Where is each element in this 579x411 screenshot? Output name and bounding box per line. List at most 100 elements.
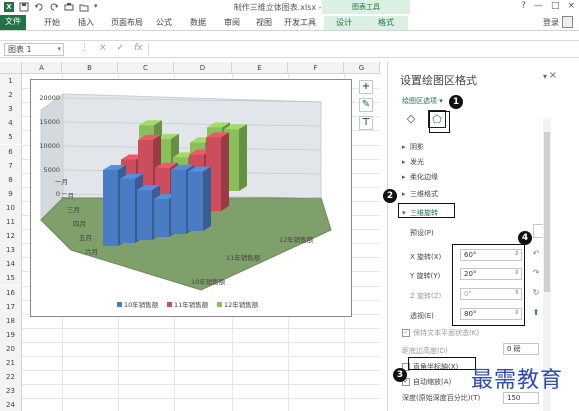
row-header[interactable]: 4 [0, 116, 22, 131]
legend-swatch [167, 302, 172, 307]
name-box[interactable]: 图表 1 ▾ [4, 43, 64, 56]
help-button[interactable]: ? [521, 1, 526, 11]
chart-styles-button[interactable]: ✎ [359, 98, 373, 112]
row-header[interactable]: 1 [0, 74, 22, 89]
column-header[interactable]: F [288, 62, 344, 74]
distance-label: 距底边高度(D) [402, 347, 448, 355]
grid-line [22, 356, 380, 357]
window-controls: ? — □ × [521, 1, 575, 11]
category-label: 一月 [55, 178, 68, 186]
tab-home[interactable]: 开始 [44, 16, 60, 30]
tab-view[interactable]: 视图 [256, 16, 272, 30]
row-header[interactable]: 12 [0, 229, 22, 244]
fill-line-icon[interactable]: ◇ [402, 110, 420, 128]
chart-tools-label: 图表工具 [322, 0, 410, 14]
rotate-up-icon[interactable]: ↷ [530, 268, 542, 280]
tab-format[interactable]: 格式 [364, 16, 408, 30]
y-tick-label: 0 [56, 190, 60, 198]
row-header[interactable]: 15 [0, 271, 22, 286]
watermark-logo: 最需教育 [471, 368, 564, 393]
rotate-z-icon: ↻ [532, 288, 540, 297]
pane-options-chevron-icon[interactable]: ▾ [543, 72, 547, 81]
section-glow[interactable]: ▸ 发光 [402, 157, 424, 167]
column-header[interactable]: C [118, 62, 174, 74]
row-header[interactable]: 14 [0, 257, 22, 272]
column-header[interactable]: A [22, 62, 62, 74]
section-soft-edges[interactable]: ▸ 柔化边缘 [402, 172, 438, 182]
chart-area[interactable]: 20000 15000 10000 5000 0 一月 二月 三月 四月 五月 六月 10年销售额 11… [30, 79, 352, 317]
y-tick-label: 10000 [39, 142, 60, 150]
row-header[interactable]: 3 [0, 102, 22, 117]
grid-line [22, 327, 380, 329]
login-link[interactable]: 登录 [543, 17, 559, 28]
cancel-icon[interactable]: × [99, 43, 107, 53]
section-3d-format[interactable]: ▸ 三维格式 [402, 189, 438, 199]
highlight-right-angle-axes [408, 357, 476, 370]
legend-label: 11年销售额 [174, 300, 209, 309]
expand-icon: ▸ [402, 190, 406, 198]
increase-perspective-icon[interactable]: ⬆ [530, 308, 542, 320]
bar [103, 170, 118, 246]
tab-data[interactable]: 数据 [190, 16, 206, 30]
column-header[interactable]: G [344, 62, 380, 74]
row-header[interactable]: 8 [0, 172, 22, 187]
autoscale-option[interactable]: ✓ 自动缩放(A) [402, 377, 451, 387]
row-header[interactable]: 10 [0, 200, 22, 215]
expand-icon: ▸ [402, 143, 406, 151]
minimize-button[interactable]: — [534, 1, 543, 11]
row-header[interactable]: 16 [0, 285, 22, 300]
tab-page-layout[interactable]: 页面布局 [111, 16, 143, 30]
section-shadow[interactable]: ▸ 阴影 [402, 142, 424, 152]
highlight-3d-rotation [398, 203, 455, 218]
close-button[interactable]: × [567, 1, 575, 11]
chart-side-buttons: + ✎ ⊤ [359, 80, 373, 130]
formula-input[interactable] [148, 43, 568, 56]
presets-label: 预设(P) [410, 229, 434, 237]
tab-file[interactable]: 文件 [0, 15, 26, 30]
insert-function-icon[interactable]: fx [134, 43, 143, 53]
row-header[interactable]: 6 [0, 144, 22, 159]
tab-developer[interactable]: 开发工具 [284, 16, 316, 30]
row-header[interactable]: 5 [0, 130, 22, 145]
grid-line [22, 341, 380, 343]
row-header[interactable]: 20 [0, 341, 22, 356]
highlight-rotation-values [452, 244, 525, 326]
grid-line [22, 370, 380, 372]
pane-close-button[interactable]: × [549, 70, 557, 81]
row-header[interactable]: 18 [0, 313, 22, 328]
tab-design[interactable]: 设计 [324, 16, 364, 30]
formula-buttons: ⋮ × ✓ fx [80, 43, 143, 53]
tab-review[interactable]: 审阅 [224, 16, 240, 30]
row-header[interactable]: 11 [0, 215, 22, 230]
row-header[interactable]: 19 [0, 327, 22, 342]
row-header[interactable]: 24 [0, 398, 22, 411]
row-header[interactable]: 9 [0, 186, 22, 201]
enter-icon[interactable]: ✓ [117, 43, 125, 53]
y-rotation-label: Y 旋转(Y) [410, 272, 441, 280]
row-header[interactable]: 2 [0, 88, 22, 103]
select-all-corner[interactable] [0, 62, 22, 74]
row-header[interactable]: 17 [0, 299, 22, 314]
tab-insert[interactable]: 插入 [78, 16, 94, 30]
rotate-left-icon[interactable]: ↶ [530, 249, 542, 261]
row-header[interactable]: 7 [0, 158, 22, 173]
chart-filters-button[interactable]: ⊤ [359, 116, 373, 130]
autoscale-label: 自动缩放(A) [413, 378, 452, 386]
maximize-button[interactable]: □ [551, 1, 560, 11]
tab-formulas[interactable]: 公式 [156, 16, 172, 30]
chevron-down-icon[interactable]: ▾ [57, 44, 61, 55]
plot-area-options-dropdown[interactable]: 绘图区选项 ▾ [402, 96, 443, 106]
scrollbar-thumb[interactable] [544, 132, 550, 292]
chart-elements-button[interactable]: + [359, 80, 373, 94]
distance-input[interactable]: 0 磅 [503, 343, 539, 355]
row-header[interactable]: 13 [0, 243, 22, 258]
row-header[interactable]: 22 [0, 370, 22, 385]
column-header[interactable]: E [232, 62, 288, 74]
user-avatar-icon[interactable] [562, 16, 573, 28]
column-header[interactable]: B [62, 62, 118, 74]
row-header[interactable]: 21 [0, 356, 22, 371]
column-header[interactable]: D [174, 62, 232, 74]
bar [171, 169, 186, 234]
row-header[interactable]: 23 [0, 384, 22, 399]
category-label: 三月 [67, 206, 80, 214]
